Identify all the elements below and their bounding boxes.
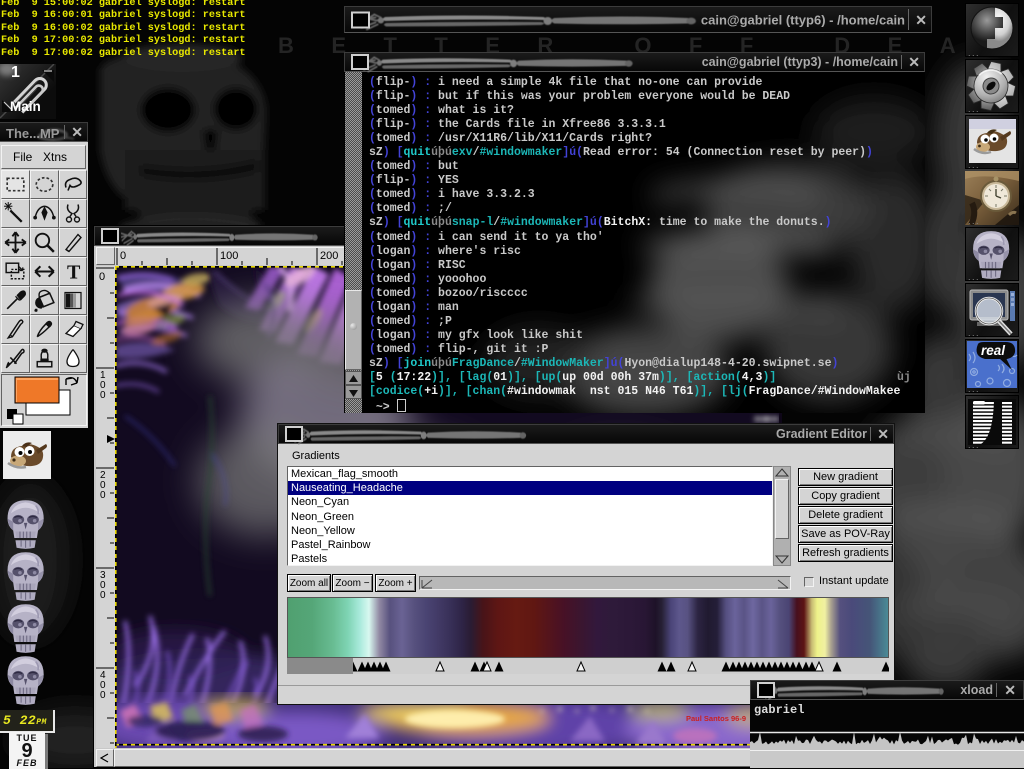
svg-text:0: 0 [100,490,106,501]
svg-text:0: 0 [99,271,105,283]
svg-text:real: real [981,343,1005,358]
svg-text:0: 0 [100,590,106,601]
svg-text:200: 200 [320,250,338,262]
svg-text:0: 0 [100,390,106,401]
svg-text:0: 0 [100,690,106,701]
svg-text:Paul Santos 96-9: Paul Santos 96-9 [686,714,746,723]
svg-text:0: 0 [120,250,126,262]
svg-text:100: 100 [220,250,238,262]
svg-text:T: T [67,262,81,284]
